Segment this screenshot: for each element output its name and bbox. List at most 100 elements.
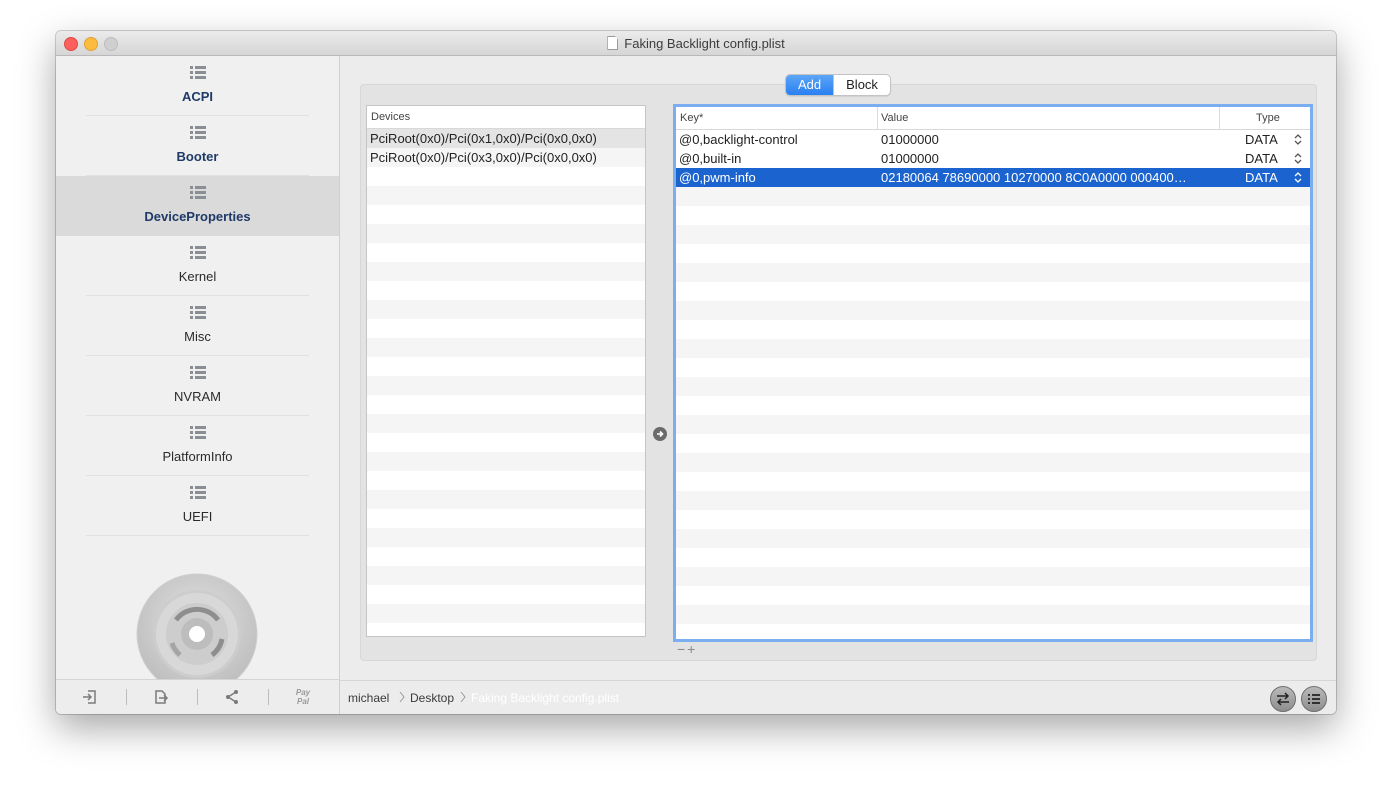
devices-add-remove-buttons[interactable]: −+ <box>677 641 697 657</box>
empty-row <box>676 472 1310 491</box>
sidebar-item-label: NVRAM <box>174 389 221 404</box>
paypal-button[interactable]: Pay Pal <box>292 688 314 706</box>
empty-row <box>676 301 1310 320</box>
empty-row <box>367 224 645 243</box>
empty-row <box>676 586 1310 605</box>
table-row[interactable]: PciRoot(0x0)/Pci(0x1,0x0)/Pci(0x0,0x0) <box>367 129 645 148</box>
segment-add[interactable]: Add <box>786 75 834 95</box>
empty-row <box>676 244 1310 263</box>
sidebar-item-uefi[interactable]: UEFI <box>56 476 339 536</box>
type-cell[interactable]: DATA <box>1242 130 1285 149</box>
empty-row <box>367 623 645 636</box>
empty-row <box>676 187 1310 206</box>
opencore-logo-icon <box>136 573 258 695</box>
empty-row <box>367 566 645 585</box>
sidebar-item-label: PlatformInfo <box>162 449 233 464</box>
empty-row <box>367 604 645 623</box>
swap-arrows-button[interactable] <box>1270 686 1296 712</box>
device-path: PciRoot(0x0)/Pci(0x1,0x0)/Pci(0x0,0x0) <box>370 131 597 146</box>
sidebar-item-label: Misc <box>184 329 211 344</box>
empty-row <box>676 605 1310 624</box>
sidebar-item-nvram[interactable]: NVRAM <box>56 356 339 416</box>
arrow-right-icon[interactable] <box>653 427 667 441</box>
stepper-icon[interactable] <box>1294 152 1302 165</box>
list-view-button[interactable] <box>1301 686 1327 712</box>
list-icon <box>189 66 206 80</box>
empty-row <box>676 339 1310 358</box>
chevron-right-icon <box>399 691 405 703</box>
value-cell[interactable]: 02180064 78690000 10270000 8C0A0000 0004… <box>878 168 1215 187</box>
type-cell[interactable]: DATA <box>1242 168 1285 187</box>
key-cell[interactable]: @0,built-in <box>676 149 875 168</box>
segment-block[interactable]: Block <box>833 75 890 95</box>
key-cell[interactable]: @0,backlight-control <box>676 130 875 149</box>
empty-row <box>676 434 1310 453</box>
devices-table-header: Devices <box>367 106 645 129</box>
empty-row <box>367 452 645 471</box>
properties-rows: @0,backlight-control 01000000 DATA @0,bu… <box>676 130 1310 639</box>
empty-row <box>676 415 1310 434</box>
empty-row <box>676 225 1310 244</box>
empty-row <box>676 206 1310 225</box>
empty-row <box>676 320 1310 339</box>
empty-row <box>676 548 1310 567</box>
empty-row <box>367 376 645 395</box>
empty-row <box>367 262 645 281</box>
sidebar-item-label: UEFI <box>182 509 213 524</box>
empty-row <box>367 490 645 509</box>
sidebar-item-misc[interactable]: Misc <box>56 296 339 356</box>
devices-rows: PciRoot(0x0)/Pci(0x1,0x0)/Pci(0x0,0x0) P… <box>367 129 645 636</box>
value-cell[interactable]: 01000000 <box>878 130 1215 149</box>
column-header-type[interactable]: Type <box>1252 107 1306 129</box>
table-row-selected[interactable]: @0,pwm-info 02180064 78690000 10270000 8… <box>676 168 1310 187</box>
empty-row <box>676 624 1310 639</box>
table-row[interactable]: @0,backlight-control 01000000 DATA <box>676 130 1310 149</box>
sidebar-item-label: ACPI <box>181 89 214 104</box>
paypal-logo-icon: Pay Pal <box>295 688 311 706</box>
list-icon <box>189 126 206 140</box>
list-icon <box>189 366 206 380</box>
empty-row <box>367 547 645 566</box>
key-cell[interactable]: @0,pwm-info <box>676 168 875 187</box>
sidebar-item-booter[interactable]: Booter <box>56 116 339 176</box>
sidebar-item-acpi[interactable]: ACPI <box>56 56 339 116</box>
import-icon[interactable] <box>79 688 101 706</box>
table-row[interactable]: PciRoot(0x0)/Pci(0x3,0x0)/Pci(0x0,0x0) <box>367 148 645 167</box>
empty-row <box>676 377 1310 396</box>
title-bar: Faking Backlight config.plist <box>56 31 1336 56</box>
path-crumb-file[interactable]: Faking Backlight config.plist <box>471 681 619 714</box>
stepper-icon[interactable] <box>1294 171 1302 184</box>
empty-row <box>367 319 645 338</box>
sidebar-item-platforminfo[interactable]: PlatformInfo <box>56 416 339 476</box>
sidebar: ACPI Booter DeviceProperties Kernel Misc… <box>56 56 340 714</box>
column-header-devices[interactable]: Devices <box>367 106 641 128</box>
devices-table: Devices PciRoot(0x0)/Pci(0x1,0x0)/Pci(0x… <box>366 105 646 637</box>
value-cell[interactable]: 01000000 <box>878 149 1215 168</box>
device-path: PciRoot(0x0)/Pci(0x3,0x0)/Pci(0x0,0x0) <box>370 150 597 165</box>
sidebar-item-kernel[interactable]: Kernel <box>56 236 339 296</box>
stepper-icon[interactable] <box>1294 133 1302 146</box>
column-header-key[interactable]: Key* <box>676 107 878 129</box>
empty-row <box>676 491 1310 510</box>
document-icon <box>607 36 619 50</box>
empty-row <box>367 528 645 547</box>
empty-row <box>367 414 645 433</box>
empty-row <box>676 453 1310 472</box>
sidebar-toolbar: Pay Pal <box>56 679 339 714</box>
sidebar-item-deviceproperties[interactable]: DeviceProperties <box>56 176 339 236</box>
list-icon <box>189 486 206 500</box>
share-icon[interactable] <box>221 688 243 706</box>
type-cell[interactable]: DATA <box>1242 149 1285 168</box>
export-icon[interactable] <box>150 688 172 706</box>
column-header-value[interactable]: Value <box>877 107 1220 129</box>
add-block-segmented-control: Add Block <box>785 74 891 96</box>
empty-row <box>367 300 645 319</box>
empty-row <box>676 358 1310 377</box>
empty-row <box>367 281 645 300</box>
path-crumb-desktop[interactable]: Desktop <box>410 681 454 714</box>
path-crumb-home[interactable]: michael <box>348 681 389 714</box>
empty-row <box>676 567 1310 586</box>
empty-row <box>367 585 645 604</box>
empty-row <box>676 510 1310 529</box>
table-row[interactable]: @0,built-in 01000000 DATA <box>676 149 1310 168</box>
